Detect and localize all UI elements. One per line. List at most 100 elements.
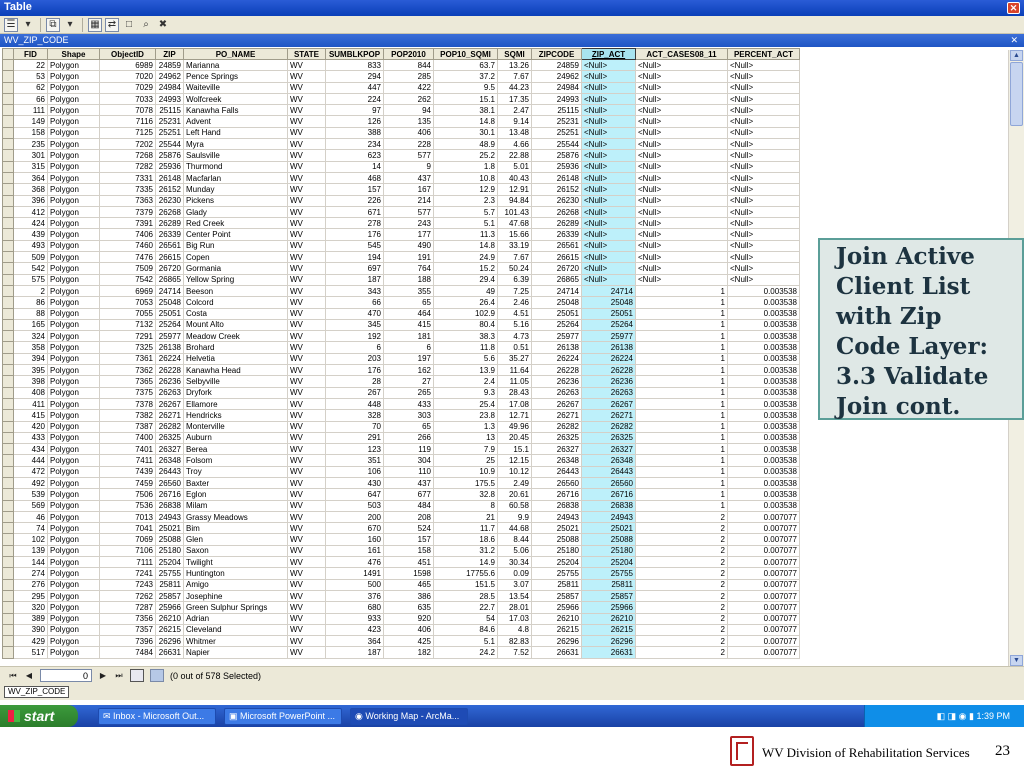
table-cell[interactable]: Polygon xyxy=(47,409,100,422)
table-cell[interactable]: <Null> xyxy=(727,149,800,162)
table-row[interactable]: 22 Polygon 6989 24859 Marianna WV 833 844 63.7 13… xyxy=(2,58,800,72)
table-cell[interactable]: 26138 xyxy=(155,341,184,354)
row-selector[interactable] xyxy=(2,476,14,490)
table-cell[interactable]: Polygon xyxy=(47,92,100,106)
table-cell[interactable]: 160 xyxy=(325,533,384,546)
table-cell[interactable]: 25.2 xyxy=(433,149,498,162)
table-cell[interactable]: 0.003538 xyxy=(727,284,800,298)
table-cell[interactable]: 2 xyxy=(635,510,728,524)
row-selector[interactable] xyxy=(2,488,14,501)
table-cell[interactable]: 88 xyxy=(13,307,48,320)
table-cell[interactable]: Polygon xyxy=(47,567,100,580)
table-cell[interactable]: 26716 xyxy=(155,488,184,501)
table-cell[interactable]: WV xyxy=(287,646,326,659)
table-cell[interactable]: <Null> xyxy=(727,228,800,241)
table-cell[interactable]: WV xyxy=(287,92,326,106)
table-cell[interactable]: 24714 xyxy=(155,284,184,298)
table-cell[interactable]: 7241 xyxy=(99,567,156,580)
table-row[interactable]: 102 Polygon 7069 25088 Glen WV 160 157 18.6 8.44 2… xyxy=(2,533,800,546)
table-cell[interactable]: 13.48 xyxy=(497,126,532,140)
table-cell[interactable]: 6 xyxy=(325,341,384,354)
row-selector[interactable] xyxy=(2,623,14,637)
table-cell[interactable]: 24984 xyxy=(531,81,582,94)
table-cell[interactable]: Polygon xyxy=(47,635,100,648)
table-cell[interactable]: Polygon xyxy=(47,589,100,603)
table-cell[interactable]: 175.5 xyxy=(433,476,498,490)
table-cell[interactable]: 15.66 xyxy=(497,228,532,241)
table-cell[interactable]: 234 xyxy=(325,138,384,151)
table-cell[interactable]: 80.4 xyxy=(433,318,498,332)
table-cell[interactable]: 167 xyxy=(383,183,434,196)
table-cell[interactable]: <Null> xyxy=(635,160,728,173)
table-cell[interactable]: 47.68 xyxy=(497,217,532,230)
table-cell[interactable]: 406 xyxy=(383,623,434,637)
row-selector[interactable] xyxy=(2,556,14,569)
table-cell[interactable]: 123 xyxy=(325,443,384,456)
table-cell[interactable]: 7111 xyxy=(99,556,156,569)
table-cell[interactable]: 25966 xyxy=(531,601,582,614)
table-cell[interactable]: 26296 xyxy=(155,635,184,648)
table-row[interactable]: 364 Polygon 7331 26148 Macfarlan WV 468 437 10.8… xyxy=(2,171,800,185)
table-cell[interactable]: 1 xyxy=(635,296,728,309)
table-cell[interactable]: 26138 xyxy=(581,341,636,354)
table-cell[interactable]: 22.7 xyxy=(433,601,498,614)
table-cell[interactable]: 2 xyxy=(635,567,728,580)
table-cell[interactable]: Napier xyxy=(183,646,288,659)
table-cell[interactable]: WV xyxy=(287,465,326,478)
table-cell[interactable]: 25811 xyxy=(531,578,582,591)
table-cell[interactable]: 0.007077 xyxy=(727,533,800,546)
table-cell[interactable]: Polygon xyxy=(47,81,100,94)
table-cell[interactable]: 7365 xyxy=(99,375,156,388)
table-cell[interactable]: WV xyxy=(287,397,326,411)
table-cell[interactable]: 6989 xyxy=(99,58,156,72)
table-cell[interactable]: 26224 xyxy=(531,352,582,366)
show-all-records-icon[interactable] xyxy=(130,669,144,682)
table-cell[interactable]: 203 xyxy=(325,352,384,366)
table-cell[interactable]: 0.007077 xyxy=(727,522,800,535)
table-cell[interactable]: <Null> xyxy=(635,194,728,207)
table-cell[interactable]: Costa xyxy=(183,307,288,320)
table-cell[interactable]: WV xyxy=(287,612,326,625)
table-cell[interactable]: 26339 xyxy=(155,228,184,241)
table-cell[interactable]: 11.64 xyxy=(497,364,532,377)
table-cell[interactable]: 26267 xyxy=(155,397,184,411)
row-selector[interactable] xyxy=(2,104,14,117)
table-cell[interactable]: Colcord xyxy=(183,296,288,309)
table-cell[interactable]: 2.47 xyxy=(497,104,532,117)
table-cell[interactable]: <Null> xyxy=(581,126,636,140)
table-cell[interactable]: 224 xyxy=(325,92,384,106)
table-cell[interactable]: 4.66 xyxy=(497,138,532,151)
table-cell[interactable]: 9.14 xyxy=(497,115,532,128)
table-cell[interactable]: 26282 xyxy=(155,420,184,433)
row-selector[interactable] xyxy=(2,589,14,603)
table-cell[interactable]: 10.9 xyxy=(433,465,498,478)
table-row[interactable]: 433 Polygon 7400 26325 Auburn WV 291 266 13 20.45… xyxy=(2,431,800,445)
table-cell[interactable]: 17.35 xyxy=(497,92,532,106)
table-cell[interactable]: 26443 xyxy=(531,465,582,478)
row-selector[interactable] xyxy=(2,409,14,422)
table-cell[interactable]: 50.24 xyxy=(497,262,532,275)
row-selector[interactable] xyxy=(2,205,14,219)
table-cell[interactable]: 0.007077 xyxy=(727,544,800,558)
table-cell[interactable]: Selbyville xyxy=(183,375,288,388)
table-cell[interactable]: 5.01 xyxy=(497,160,532,173)
show-selected-records-icon[interactable] xyxy=(150,669,164,682)
table-cell[interactable]: 411 xyxy=(13,397,48,411)
table-cell[interactable]: 12.15 xyxy=(497,454,532,467)
table-cell[interactable]: 94.84 xyxy=(497,194,532,207)
row-selector[interactable] xyxy=(2,160,14,173)
row-selector[interactable] xyxy=(2,183,14,196)
table-cell[interactable]: 26865 xyxy=(531,273,582,286)
table-row[interactable]: 444 Polygon 7411 26348 Folsom WV 351 304 25 12.15… xyxy=(2,454,800,467)
table-cell[interactable]: 26268 xyxy=(155,205,184,219)
row-selector[interactable] xyxy=(2,341,14,354)
table-cell[interactable]: 24.9 xyxy=(433,251,498,264)
row-selector[interactable] xyxy=(2,578,14,591)
table-cell[interactable]: <Null> xyxy=(581,262,636,275)
table-cell[interactable]: 447 xyxy=(325,81,384,94)
table-cell[interactable]: WV xyxy=(287,228,326,241)
table-cell[interactable]: 7069 xyxy=(99,533,156,546)
table-cell[interactable]: WV xyxy=(287,318,326,332)
table-cell[interactable]: <Null> xyxy=(581,251,636,264)
row-selector[interactable] xyxy=(2,352,14,366)
